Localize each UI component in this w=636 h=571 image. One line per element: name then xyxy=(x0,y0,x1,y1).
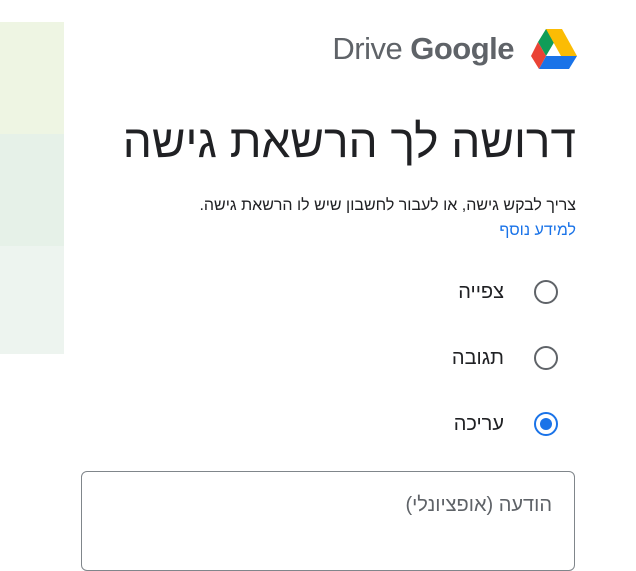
logo-text: Drive Google xyxy=(332,31,514,67)
logo-word-drive: Drive xyxy=(332,31,403,66)
learn-more-link[interactable]: למידע נוסף xyxy=(56,218,576,243)
message-field[interactable] xyxy=(81,471,575,571)
option-view-label: צפייה xyxy=(458,280,504,303)
radio-edit[interactable] xyxy=(534,412,558,436)
option-view[interactable]: צפייה xyxy=(452,259,558,325)
option-edit[interactable]: עריכה xyxy=(452,391,558,457)
description-text: צריך לבקש גישה, או לעבור לחשבון שיש לו ה… xyxy=(199,197,576,214)
message-input[interactable] xyxy=(82,472,574,570)
logo-word-google: Google xyxy=(410,31,514,66)
option-edit-label: עריכה xyxy=(453,412,504,435)
header-logo: Drive Google xyxy=(332,26,578,72)
background-side-panel xyxy=(0,22,64,354)
page-title: דרושה לך הרשאת גישה xyxy=(122,115,576,167)
side-panel-band xyxy=(0,246,64,354)
option-comment-label: תגובה xyxy=(451,346,504,369)
side-panel-band xyxy=(0,134,64,246)
radio-comment[interactable] xyxy=(534,346,558,370)
side-panel-band xyxy=(0,22,64,134)
access-level-radio-group: צפייה תגובה עריכה xyxy=(452,259,558,457)
description: צריך לבקש גישה, או לעבור לחשבון שיש לו ה… xyxy=(56,193,576,243)
radio-view[interactable] xyxy=(534,280,558,304)
option-comment[interactable]: תגובה xyxy=(452,325,558,391)
google-drive-icon xyxy=(531,29,577,69)
